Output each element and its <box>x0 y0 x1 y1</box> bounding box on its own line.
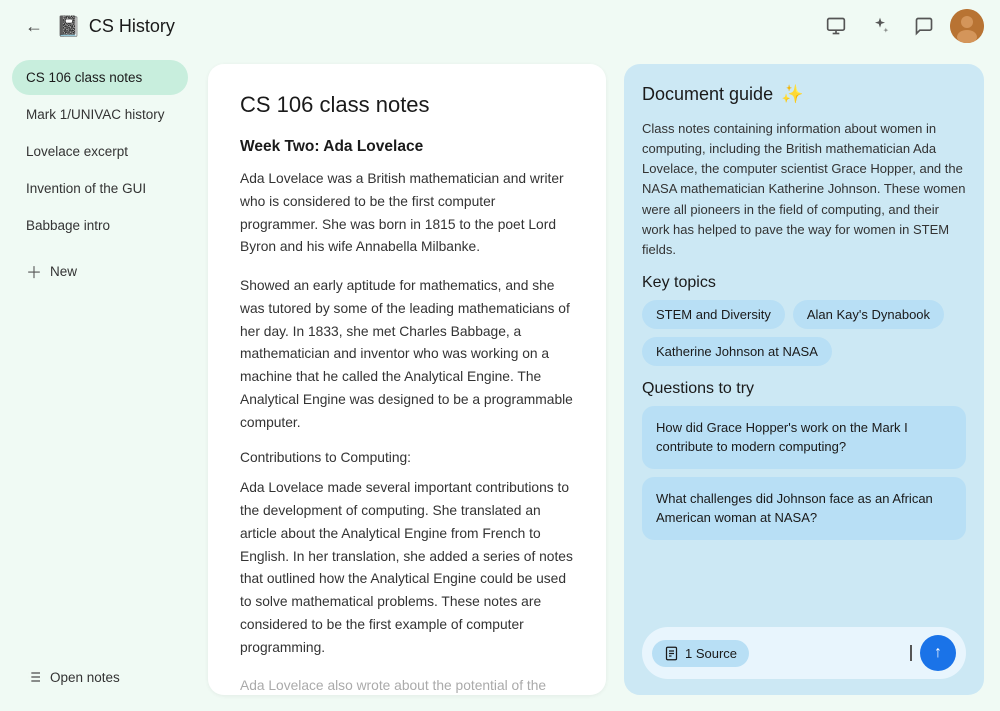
key-topics-section: Key topics STEM and Diversity Alan Kay's… <box>642 274 966 366</box>
chat-input[interactable] <box>757 645 909 661</box>
contributions-heading: Contributions to Computing: <box>240 450 574 465</box>
topic-alan[interactable]: Alan Kay's Dynabook <box>793 300 944 329</box>
topic-stem[interactable]: STEM and Diversity <box>642 300 785 329</box>
paragraph-1: Ada Lovelace was a British mathematician… <box>240 168 574 259</box>
send-button[interactable]: ↑ <box>920 635 956 671</box>
document-guide-panel: Document guide ✨ Class notes containing … <box>624 64 984 695</box>
document-icon <box>664 646 679 661</box>
sidebar-item-gui[interactable]: Invention of the GUI <box>12 171 188 206</box>
document-title: CS 106 class notes <box>240 92 574 118</box>
source-label: 1 Source <box>685 646 737 661</box>
text-cursor <box>910 645 912 661</box>
question-1[interactable]: How did Grace Hopper's work on the Mark … <box>642 406 966 469</box>
questions-section: Questions to try How did Grace Hopper's … <box>642 380 966 548</box>
new-label: New <box>50 264 77 279</box>
questions-header: Questions to try <box>642 380 966 398</box>
topic-katherine[interactable]: Katherine Johnson at NASA <box>642 337 832 366</box>
input-field-area[interactable] <box>757 645 912 661</box>
guide-header: Document guide ✨ <box>642 84 966 105</box>
notebook-icon: 📓 <box>56 14 81 39</box>
new-note-button[interactable]: ＋ New <box>12 249 188 293</box>
sidebar-item-lovelace[interactable]: Lovelace excerpt <box>12 134 188 169</box>
topics-chips: STEM and Diversity Alan Kay's Dynabook K… <box>642 300 966 366</box>
source-button[interactable]: 1 Source <box>652 640 749 667</box>
avatar[interactable] <box>950 9 984 43</box>
main-layout: CS 106 class notes Mark 1/UNIVAC history… <box>0 52 1000 711</box>
guide-title: Document guide <box>642 84 773 105</box>
chat-button[interactable] <box>906 8 942 44</box>
top-nav: ← 📓 CS History <box>0 0 1000 52</box>
nav-actions <box>818 8 984 44</box>
sidebar: CS 106 class notes Mark 1/UNIVAC history… <box>0 52 200 711</box>
section-title: Week Two: Ada Lovelace <box>240 138 574 156</box>
open-notes-label: Open notes <box>50 670 120 685</box>
ai-button[interactable] <box>862 8 898 44</box>
lines-icon <box>26 669 42 685</box>
sidebar-item-babbage[interactable]: Babbage intro <box>12 208 188 243</box>
open-notes-button[interactable]: Open notes <box>12 659 188 695</box>
question-2[interactable]: What challenges did Johnson face as an A… <box>642 477 966 540</box>
key-topics-header: Key topics <box>642 274 966 292</box>
back-button[interactable]: ← <box>16 8 52 44</box>
sidebar-item-mark1[interactable]: Mark 1/UNIVAC history <box>12 97 188 132</box>
guide-description: Class notes containing information about… <box>642 119 966 260</box>
sparkle-icon: ✨ <box>781 84 803 105</box>
paragraph-4: Ada Lovelace also wrote about the potent… <box>240 675 574 695</box>
paragraph-2: Showed an early aptitude for mathematics… <box>240 275 574 434</box>
present-button[interactable] <box>818 8 854 44</box>
main-document: CS 106 class notes Week Two: Ada Lovelac… <box>208 64 606 695</box>
sidebar-bottom: Open notes <box>12 651 188 703</box>
paragraph-3: Ada Lovelace made several important cont… <box>240 477 574 659</box>
input-bar: 1 Source ↑ <box>642 627 966 679</box>
plus-icon: ＋ <box>26 259 42 283</box>
app-title: CS History <box>89 16 175 37</box>
nav-logo: 📓 CS History <box>56 14 175 39</box>
sidebar-item-cs106[interactable]: CS 106 class notes <box>12 60 188 95</box>
content-area: CS 106 class notes Week Two: Ada Lovelac… <box>200 52 1000 711</box>
